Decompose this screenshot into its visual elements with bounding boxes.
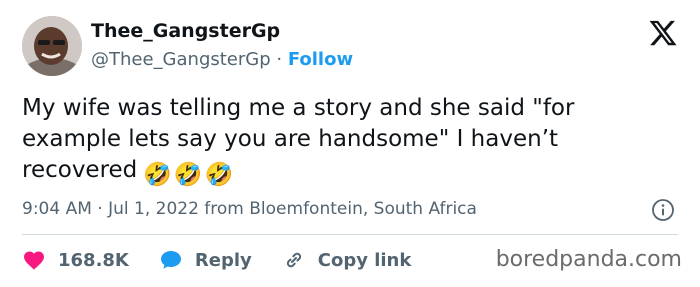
speech-bubble-icon [160, 251, 181, 269]
user-handle[interactable]: @Thee_GangsterGp [91, 49, 271, 70]
info-icon[interactable] [651, 198, 675, 222]
avatar[interactable] [22, 16, 82, 76]
tweet-body: My wife was telling me a story and she s… [22, 95, 575, 183]
x-logo-icon[interactable] [648, 18, 678, 48]
link-icon [286, 252, 301, 268]
action-bar: 168.8K Reply Copy link [22, 246, 441, 274]
emoji-row: 🤣🤣🤣 [143, 160, 235, 191]
divider [22, 234, 678, 235]
reply-button[interactable]: Reply [159, 248, 252, 272]
likes-count: 168.8K [58, 249, 129, 271]
reply-label: Reply [194, 249, 252, 271]
like-button[interactable]: 168.8K [22, 248, 129, 272]
follow-button[interactable]: Follow [288, 49, 353, 70]
tweet-text: My wife was telling me a story and she s… [22, 93, 662, 191]
handle-row: @Thee_GangsterGp · Follow [91, 49, 353, 70]
rofl-emoji: 🤣 [173, 162, 203, 188]
heart-icon [24, 251, 44, 270]
copy-link-button[interactable]: Copy link [282, 248, 412, 272]
rofl-emoji: 🤣 [204, 162, 234, 188]
copy-link-label: Copy link [317, 249, 412, 271]
display-name[interactable]: Thee_GangsterGp [91, 20, 280, 42]
rofl-emoji: 🤣 [143, 162, 172, 188]
watermark: boredpanda.com [495, 247, 682, 272]
tweet-timestamp[interactable]: 9:04 AM · Jul 1, 2022 from Bloemfontein,… [22, 199, 477, 219]
handle-separator: · [270, 49, 288, 70]
